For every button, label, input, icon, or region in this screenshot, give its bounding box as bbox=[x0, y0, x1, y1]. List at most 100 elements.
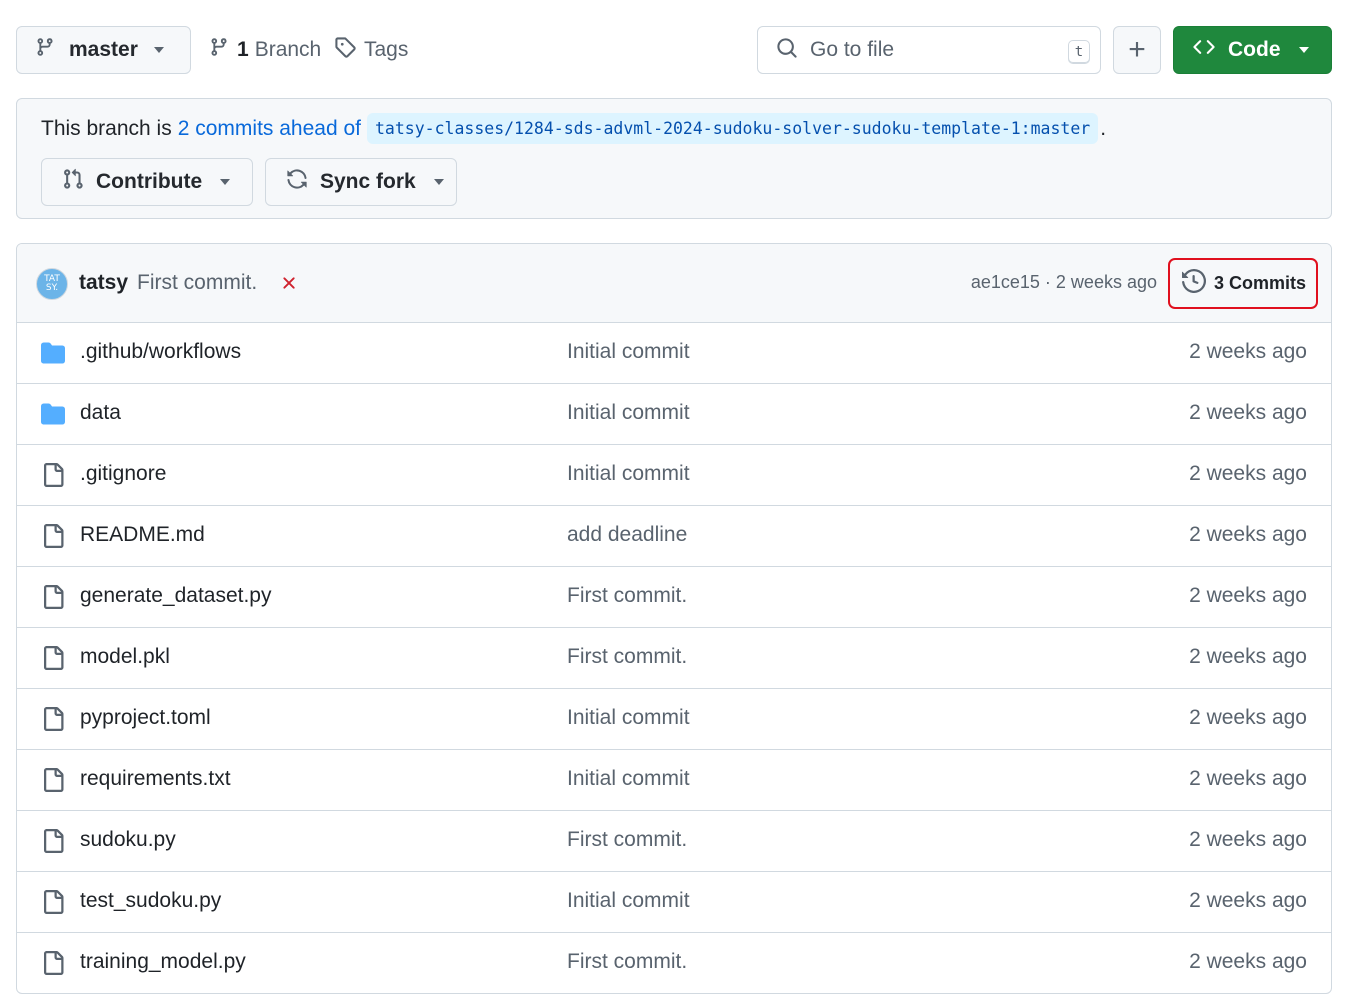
file-commit-message[interactable]: Initial commit bbox=[567, 889, 690, 913]
file-name-link[interactable]: pyproject.toml bbox=[80, 706, 211, 730]
avatar[interactable]: TAT SY. bbox=[36, 268, 68, 300]
search-icon bbox=[776, 37, 798, 64]
table-row[interactable]: .gitignore Initial commit 2 weeks ago bbox=[17, 445, 1331, 506]
file-commit-time: 2 weeks ago bbox=[1189, 340, 1307, 363]
branches-count: 1 bbox=[237, 38, 249, 61]
file-icon bbox=[41, 707, 65, 731]
table-row[interactable]: README.md add deadline 2 weeks ago bbox=[17, 506, 1331, 567]
file-commit-time: 2 weeks ago bbox=[1189, 401, 1307, 424]
contribute-button[interactable]: Contribute bbox=[41, 158, 253, 206]
file-name-link[interactable]: README.md bbox=[80, 523, 205, 547]
file-commit-message[interactable]: Initial commit bbox=[567, 401, 690, 425]
banner-suffix: . bbox=[1100, 116, 1107, 140]
add-file-button[interactable]: + bbox=[1113, 26, 1161, 74]
table-row[interactable]: training_model.py First commit. 2 weeks ag… bbox=[17, 933, 1331, 993]
file-commit-message[interactable]: Initial commit bbox=[567, 462, 690, 486]
file-commit-message[interactable]: Initial commit bbox=[567, 767, 690, 791]
tags-link[interactable]: Tags bbox=[334, 26, 408, 74]
file-icon bbox=[41, 646, 65, 670]
branches-link[interactable]: 1 Branch bbox=[209, 26, 321, 74]
branch-select-button[interactable]: master bbox=[16, 26, 191, 74]
file-commit-message[interactable]: add deadline bbox=[567, 523, 687, 547]
git-branch-icon bbox=[35, 36, 55, 64]
search-placeholder: Go to file bbox=[810, 38, 895, 61]
sync-fork-label: Sync fork bbox=[320, 170, 416, 193]
sync-icon bbox=[286, 168, 308, 196]
file-icon bbox=[41, 951, 65, 975]
file-icon bbox=[41, 768, 65, 792]
history-icon bbox=[1182, 268, 1207, 298]
commit-time: 2 weeks ago bbox=[1055, 272, 1157, 292]
file-icon bbox=[41, 890, 65, 914]
file-name-link[interactable]: requirements.txt bbox=[80, 767, 231, 791]
branch-status-text: This branch is 2 commits ahead of tatsy-… bbox=[41, 113, 1106, 144]
file-commit-time: 2 weeks ago bbox=[1189, 645, 1307, 668]
x-icon[interactable] bbox=[279, 273, 299, 298]
commits-count-label: 3 Commits bbox=[1214, 273, 1307, 293]
code-label: Code bbox=[1228, 38, 1281, 61]
file-commit-message[interactable]: First commit. bbox=[567, 584, 687, 608]
table-row[interactable]: requirements.txt Initial commit 2 weeks ag… bbox=[17, 750, 1331, 811]
commits-history-button[interactable]: 3 Commits bbox=[1168, 258, 1318, 309]
code-icon bbox=[1192, 36, 1216, 64]
separator: · bbox=[1044, 272, 1051, 292]
fork-status-banner: This branch is 2 commits ahead of tatsy-… bbox=[16, 98, 1332, 219]
file-commit-message[interactable]: Initial commit bbox=[567, 340, 690, 364]
file-commit-message[interactable]: First commit. bbox=[567, 645, 687, 669]
table-row[interactable]: sudoku.py First commit. 2 weeks ago bbox=[17, 811, 1331, 872]
git-branch-icon bbox=[209, 36, 229, 64]
table-row[interactable]: pyproject.toml Initial commit 2 weeks ago bbox=[17, 689, 1331, 750]
commit-sha[interactable]: ae1ce15 bbox=[971, 272, 1040, 292]
file-name-link[interactable]: data bbox=[80, 401, 121, 425]
keyboard-shortcut-hint: t bbox=[1068, 40, 1090, 64]
file-name-link[interactable]: model.pkl bbox=[80, 645, 170, 669]
commit-message[interactable]: First commit. bbox=[137, 271, 257, 295]
table-row[interactable]: .github/workflows Initial commit 2 weeks a… bbox=[17, 323, 1331, 384]
tag-icon bbox=[334, 36, 356, 64]
file-table: TAT SY. tatsy First commit. ae1ce15 · 2 w… bbox=[16, 243, 1332, 994]
file-commit-time: 2 weeks ago bbox=[1189, 584, 1307, 607]
file-name-link[interactable]: generate_dataset.py bbox=[80, 584, 271, 608]
pull-request-icon bbox=[62, 168, 84, 196]
file-commit-message[interactable]: Initial commit bbox=[567, 706, 690, 730]
chevron-down-icon bbox=[1298, 47, 1309, 53]
file-commit-time: 2 weeks ago bbox=[1189, 828, 1307, 851]
file-icon bbox=[41, 463, 65, 487]
chevron-down-icon bbox=[433, 179, 444, 185]
commit-author[interactable]: tatsy bbox=[79, 271, 128, 295]
commits-ahead-link[interactable]: 2 commits ahead of bbox=[178, 117, 361, 141]
file-commit-message[interactable]: First commit. bbox=[567, 950, 687, 974]
file-name-link[interactable]: sudoku.py bbox=[80, 828, 176, 852]
file-icon bbox=[41, 585, 65, 609]
chevron-down-icon bbox=[220, 179, 231, 185]
plus-icon: + bbox=[1128, 33, 1146, 66]
file-commit-time: 2 weeks ago bbox=[1189, 950, 1307, 973]
banner-prefix: This branch is bbox=[41, 116, 172, 140]
file-icon bbox=[41, 524, 65, 548]
file-commit-time: 2 weeks ago bbox=[1189, 462, 1307, 485]
file-commit-time: 2 weeks ago bbox=[1189, 523, 1307, 546]
table-row[interactable]: generate_dataset.py First commit. 2 weeks … bbox=[17, 567, 1331, 628]
branches-label: Branch bbox=[254, 38, 322, 61]
latest-commit-bar: TAT SY. tatsy First commit. ae1ce15 · 2 w… bbox=[17, 244, 1331, 323]
table-row[interactable]: test_sudoku.py Initial commit 2 weeks ago bbox=[17, 872, 1331, 933]
table-row[interactable]: model.pkl First commit. 2 weeks ago bbox=[17, 628, 1331, 689]
file-commit-time: 2 weeks ago bbox=[1189, 889, 1307, 912]
file-name-link[interactable]: .github/workflows bbox=[80, 340, 241, 364]
file-name-link[interactable]: training_model.py bbox=[80, 950, 246, 974]
repo-toolbar: master 1 Branch Tags Go to file t + Code bbox=[16, 26, 1332, 74]
go-to-file-input[interactable]: Go to file t bbox=[757, 26, 1101, 74]
file-name-link[interactable]: test_sudoku.py bbox=[80, 889, 221, 913]
file-commit-time: 2 weeks ago bbox=[1189, 767, 1307, 790]
branch-name: master bbox=[69, 38, 138, 61]
file-commit-time: 2 weeks ago bbox=[1189, 706, 1307, 729]
sync-fork-button[interactable]: Sync fork bbox=[265, 158, 457, 206]
tags-label: Tags bbox=[364, 38, 409, 61]
file-name-link[interactable]: .gitignore bbox=[80, 462, 166, 486]
upstream-branch-ref[interactable]: tatsy-classes/1284-sds-advml-2024-sudoku… bbox=[366, 113, 1099, 144]
folder-icon bbox=[41, 402, 65, 426]
file-icon bbox=[41, 829, 65, 853]
file-commit-message[interactable]: First commit. bbox=[567, 828, 687, 852]
table-row[interactable]: data Initial commit 2 weeks ago bbox=[17, 384, 1331, 445]
code-button[interactable]: Code bbox=[1173, 26, 1332, 74]
